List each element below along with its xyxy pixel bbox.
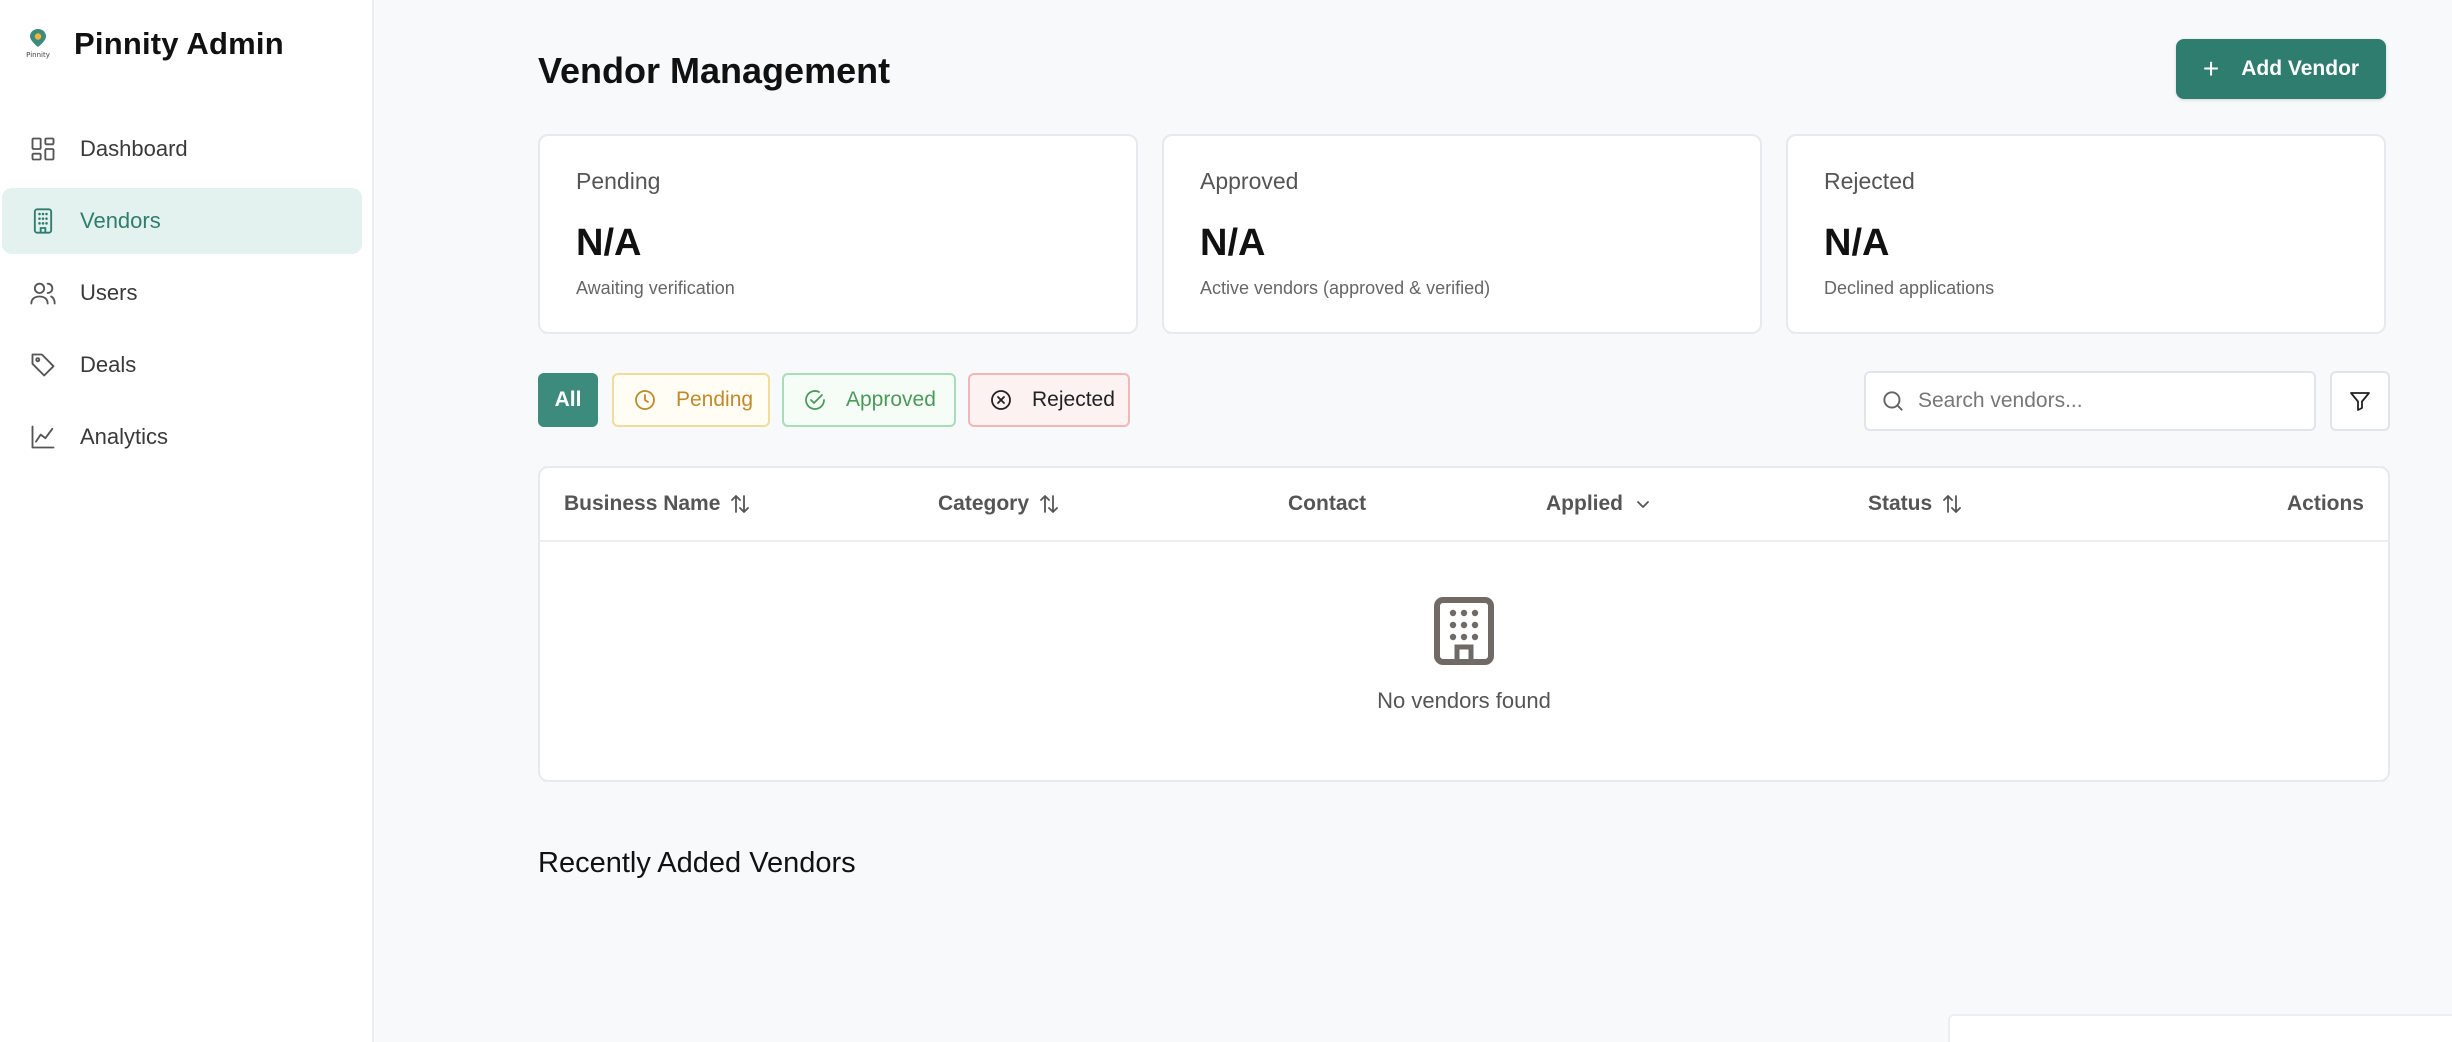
column-contact: Contact [1288, 492, 1366, 516]
recent-vendors-panel [1948, 1014, 2452, 1042]
filter-icon [2350, 392, 2370, 411]
dashboard-icon [26, 132, 60, 166]
column-applied[interactable]: Applied [1546, 492, 1655, 516]
stat-value: N/A [1200, 222, 1266, 264]
search-container [1864, 371, 2316, 431]
search-input[interactable] [1918, 389, 2298, 413]
column-label: Category [938, 492, 1030, 515]
tag-icon [26, 348, 60, 382]
stat-subtitle: Awaiting verification [576, 278, 735, 298]
column-label: Business Name [564, 492, 721, 515]
building-icon [26, 204, 60, 238]
brand[interactable]: Pinnity Pinnity Admin [24, 26, 284, 62]
page-title: Vendor Management [538, 50, 891, 91]
search-icon [1883, 391, 1903, 411]
stat-subtitle: Declined applications [1824, 278, 1995, 298]
recently-added-title: Recently Added Vendors [538, 847, 856, 879]
svg-text:Pinnity: Pinnity [26, 51, 50, 59]
clock-icon [632, 387, 658, 413]
main-content: Vendor Management + Add Vendor Pending N… [374, 0, 2452, 1042]
pinnity-logo-icon: Pinnity [26, 29, 50, 59]
sidebar-item-users[interactable]: Users [2, 260, 362, 326]
sort-icon [731, 495, 750, 513]
filter-label: Approved [846, 388, 936, 411]
sort-icon [1943, 495, 1962, 513]
app-root: Pinnity Pinnity Admin Dashboard Vendors … [0, 0, 2452, 1042]
brand-title: Pinnity Admin [74, 26, 284, 61]
column-business-name[interactable]: Business Name [564, 492, 752, 516]
filter-label: Pending [676, 388, 754, 411]
column-status[interactable]: Status [1868, 492, 1964, 516]
filter-label: Rejected [1032, 388, 1115, 411]
sidebar-item-label: Users [80, 280, 138, 305]
sort-icon [1040, 495, 1058, 513]
sidebar-item-deals[interactable]: Deals [2, 332, 362, 398]
empty-state: No vendors found [540, 596, 2388, 714]
stat-card-pending: Pending N/A Awaiting verification [538, 134, 1138, 334]
building-icon [1434, 597, 1494, 665]
stat-value: N/A [576, 222, 642, 264]
filter-label: All [554, 388, 582, 411]
chart-line-icon [26, 420, 60, 454]
stat-value: N/A [1824, 222, 1890, 264]
stat-label: Rejected [1824, 168, 1915, 194]
vendors-table: Business Name Category Contact Applied S… [538, 466, 2390, 782]
empty-state-text: No vendors found [1377, 688, 1551, 713]
filter-approved-button[interactable]: Approved [782, 373, 956, 427]
add-vendor-button[interactable]: + Add Vendor [2176, 39, 2386, 99]
sidebar-item-label: Deals [80, 352, 137, 377]
chevron-down-icon [1637, 501, 1649, 508]
filter-rejected-button[interactable]: Rejected [968, 373, 1130, 427]
sidebar-item-vendors[interactable]: Vendors [2, 188, 362, 254]
column-category[interactable]: Category [938, 492, 1061, 516]
column-actions: Actions [2287, 492, 2364, 516]
sidebar-item-label: Dashboard [80, 136, 188, 161]
stat-label: Approved [1200, 168, 1299, 194]
stat-subtitle: Active vendors (approved & verified) [1200, 278, 1491, 298]
stat-label: Pending [576, 168, 661, 194]
sidebar-item-analytics[interactable]: Analytics [2, 404, 362, 470]
users-icon [26, 276, 60, 310]
table-header: Business Name Category Contact Applied S… [540, 468, 2388, 542]
sidebar-item-label: Analytics [80, 424, 169, 449]
column-label: Actions [2286, 492, 2364, 515]
filter-button[interactable] [2330, 371, 2390, 431]
sidebar-item-label: Vendors [80, 208, 161, 233]
stat-card-approved: Approved N/A Active vendors (approved & … [1162, 134, 1762, 334]
sidebar: Pinnity Pinnity Admin Dashboard Vendors … [0, 0, 374, 1042]
column-label: Applied [1546, 492, 1623, 515]
add-vendor-label: Add Vendor [2241, 57, 2360, 80]
stat-card-rejected: Rejected N/A Declined applications [1786, 134, 2386, 334]
filter-pending-button[interactable]: Pending [612, 373, 770, 427]
x-circle-icon [988, 387, 1014, 413]
plus-icon: + [2202, 53, 2220, 84]
sidebar-item-dashboard[interactable]: Dashboard [2, 116, 362, 182]
column-label: Status [1868, 492, 1933, 515]
column-label: Contact [1288, 492, 1367, 515]
check-circle-icon [802, 387, 828, 413]
filter-all-button[interactable]: All [538, 373, 598, 427]
